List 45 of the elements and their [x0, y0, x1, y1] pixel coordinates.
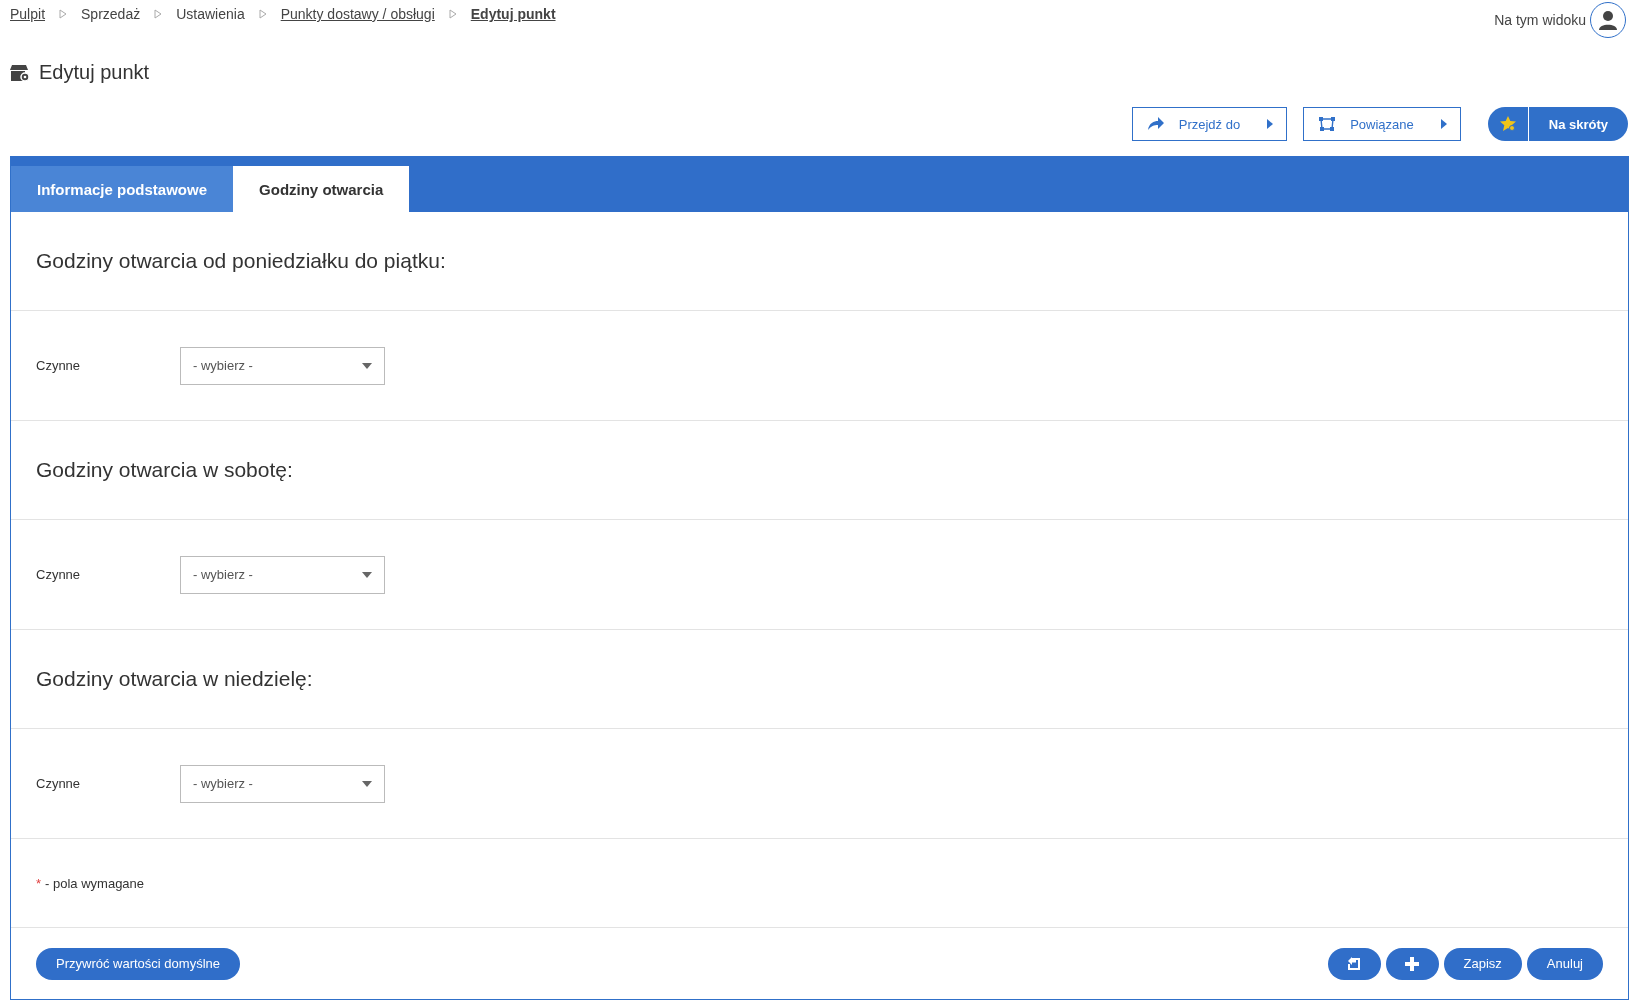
section-heading: Godziny otwarcia w sobotę: [36, 458, 293, 482]
field-label: Czynne [36, 358, 82, 373]
section-heading: Godziny otwarcia od poniedziałku do piątku: [36, 249, 446, 273]
reset-defaults-button[interactable]: Przywróć wartości domyślne [36, 947, 240, 980]
breadcrumb-link[interactable]: Pulpit [10, 6, 46, 22]
breadcrumb-separator-icon [258, 9, 267, 19]
save-and-return-button[interactable] [1327, 947, 1381, 980]
dropdown-caret-icon [362, 571, 372, 578]
breadcrumb-item: Ustawienia [176, 6, 245, 22]
breadcrumb-link[interactable]: Punkty dostawy / obsługi [280, 6, 435, 22]
user-avatar-button[interactable] [1590, 2, 1626, 38]
select-field[interactable]: - wybierz - [180, 555, 385, 594]
dropdown-caret-icon [362, 780, 372, 787]
caret-icon [1266, 119, 1275, 129]
related-button[interactable]: Powiązane [1303, 107, 1461, 141]
section-heading: Godziny otwarcia w niedzielę: [36, 667, 313, 691]
required-note: - pola wymagane [45, 875, 145, 891]
cancel-button[interactable]: Anuluj [1526, 947, 1603, 980]
field-label: Czynne [36, 567, 82, 582]
dropdown-caret-icon [362, 362, 372, 369]
breadcrumb-separator-icon [154, 9, 163, 19]
breadcrumb-current: Edytuj punkt [470, 6, 556, 22]
caret-icon [1439, 119, 1448, 129]
save-button[interactable]: Zapisz [1443, 947, 1522, 980]
breadcrumb-separator-icon [59, 9, 68, 19]
select-field[interactable]: - wybierz - [180, 764, 385, 803]
user-silhouette-icon [1597, 9, 1619, 31]
star-icon [1498, 115, 1517, 133]
tab[interactable]: Informacje podstawowe [11, 166, 234, 212]
share-arrow-icon [1146, 117, 1165, 131]
page-title: Edytuj punkt [39, 61, 150, 84]
select-field[interactable]: - wybierz - [180, 346, 385, 385]
go-to-button[interactable]: Przejdź do [1131, 107, 1288, 141]
plus-icon [1405, 956, 1420, 971]
view-label: Na tym widoku [1494, 12, 1586, 28]
return-arrow-icon [1347, 956, 1362, 971]
store-location-icon [10, 62, 30, 83]
connected-nodes-icon [1318, 116, 1337, 132]
breadcrumb-item: Sprzedaż [81, 6, 141, 22]
breadcrumb-separator-icon [448, 9, 457, 19]
tab[interactable]: Godziny otwarcia [233, 166, 410, 212]
required-marker: * [36, 875, 42, 891]
field-label: Czynne [36, 776, 82, 791]
add-button[interactable] [1385, 947, 1439, 980]
shortcuts-button[interactable]: Na skróty [1487, 107, 1628, 141]
